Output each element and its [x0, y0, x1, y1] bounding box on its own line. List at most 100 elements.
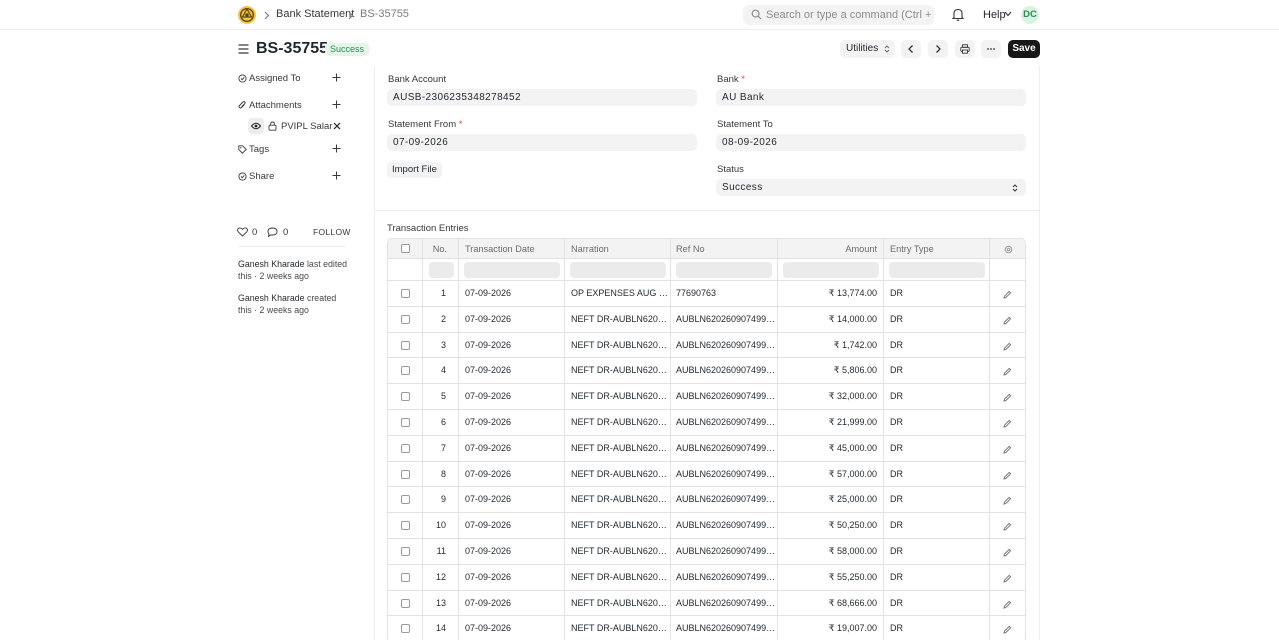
filter-input-narration[interactable]: [570, 262, 666, 278]
ref-no[interactable]: AUBLN620260907499000: [671, 384, 778, 409]
ref-no[interactable]: AUBLN620260907499000: [671, 538, 778, 564]
filter-input-no[interactable]: [429, 262, 454, 278]
statement-from-field[interactable]: 07-09-2026: [387, 134, 697, 151]
edit-icon[interactable]: [1003, 393, 1012, 402]
narration[interactable]: NEFT DR-AUBLN62026090: [565, 306, 671, 332]
edit-icon[interactable]: [1003, 548, 1012, 557]
close-icon[interactable]: [333, 122, 341, 130]
statement-to-field[interactable]: 08-09-2026: [716, 134, 1026, 151]
print-button[interactable]: [955, 40, 975, 58]
table-row[interactable]: 807-09-2026NEFT DR-AUBLN62026090AUBLN620…: [388, 461, 1025, 488]
follow-button[interactable]: FOLLOW: [313, 227, 351, 237]
row-checkbox[interactable]: [401, 546, 410, 556]
row-checkbox[interactable]: [401, 572, 410, 582]
transaction-date[interactable]: 07-09-2026: [459, 358, 565, 384]
search-bar[interactable]: [743, 5, 934, 25]
table-row[interactable]: 707-09-2026NEFT DR-AUBLN62026090AUBLN620…: [388, 435, 1025, 462]
amount[interactable]: ₹ 5,806.00: [778, 358, 884, 384]
edit-icon[interactable]: [1003, 600, 1012, 609]
comment-icon[interactable]: [267, 227, 278, 237]
transaction-date[interactable]: 07-09-2026: [459, 306, 565, 332]
table-row[interactable]: 1007-09-2026NEFT DR-AUBLN62026090AUBLN62…: [388, 513, 1025, 539]
filter-input-ref[interactable]: [676, 262, 772, 278]
row-checkbox[interactable]: [401, 340, 410, 350]
narration[interactable]: NEFT DR-AUBLN62026090: [565, 616, 671, 640]
row-checkbox[interactable]: [401, 443, 410, 453]
amount[interactable]: ₹ 55,250.00: [778, 564, 884, 590]
table-row[interactable]: 207-09-2026NEFT DR-AUBLN62026090AUBLN620…: [388, 306, 1025, 333]
entry-type[interactable]: DR: [884, 564, 990, 590]
row-checkbox[interactable]: [401, 366, 410, 376]
utilities-button[interactable]: Utilities: [840, 40, 895, 58]
narration[interactable]: NEFT DR-AUBLN62026090: [565, 590, 671, 616]
row-checkbox[interactable]: [401, 417, 410, 427]
ref-no[interactable]: AUBLN620260907499000: [671, 564, 778, 590]
transaction-date[interactable]: 07-09-2026: [459, 487, 565, 513]
row-checkbox[interactable]: [401, 469, 410, 479]
table-row[interactable]: 1407-09-2026NEFT DR-AUBLN62026090AUBLN62…: [388, 616, 1025, 640]
bank-field[interactable]: AU Bank: [716, 89, 1026, 106]
avatar[interactable]: DC: [1021, 6, 1039, 24]
edit-icon[interactable]: [1003, 471, 1012, 480]
transaction-date[interactable]: 07-09-2026: [459, 513, 565, 538]
more-options-button[interactable]: [981, 40, 1001, 58]
bell-icon[interactable]: [952, 8, 964, 21]
entry-type[interactable]: DR: [884, 384, 990, 409]
table-row[interactable]: 407-09-2026NEFT DR-AUBLN62026090AUBLN620…: [388, 358, 1025, 385]
entry-type[interactable]: DR: [884, 461, 990, 487]
filter-input-entry-type[interactable]: [889, 262, 985, 278]
ref-no[interactable]: AUBLN620260907499000: [671, 435, 778, 461]
search-input[interactable]: [766, 5, 931, 25]
edit-icon[interactable]: [1003, 316, 1012, 325]
plus-icon[interactable]: [332, 73, 341, 82]
help-menu[interactable]: Help: [983, 9, 1006, 21]
table-row[interactable]: 607-09-2026NEFT DR-AUBLN62026090AUBLN620…: [388, 409, 1025, 436]
table-row[interactable]: 907-09-2026NEFT DR-AUBLN62026090AUBLN620…: [388, 487, 1025, 514]
amount[interactable]: ₹ 58,000.00: [778, 538, 884, 564]
entry-type[interactable]: DR: [884, 409, 990, 435]
entry-type[interactable]: DR: [884, 281, 990, 306]
narration[interactable]: NEFT DR-AUBLN62026090: [565, 435, 671, 461]
edit-icon[interactable]: [1003, 574, 1012, 583]
transaction-date[interactable]: 07-09-2026: [459, 538, 565, 564]
edit-icon[interactable]: [1003, 419, 1012, 428]
row-checkbox[interactable]: [401, 392, 410, 402]
activity-user[interactable]: Ganesh Kharade: [238, 293, 305, 303]
narration[interactable]: OP EXPENSES AUG 2025: [565, 281, 671, 306]
breadcrumb-bank-statement[interactable]: Bank Statement: [276, 8, 354, 20]
row-checkbox[interactable]: [401, 598, 410, 608]
row-checkbox[interactable]: [401, 624, 410, 634]
table-row[interactable]: 1 07-09-2026 OP EXPENSES AUG 2025 77690763 ₹…: [388, 281, 1025, 307]
ref-no[interactable]: AUBLN620260907499000: [671, 358, 778, 384]
ref-no[interactable]: AUBLN620260907499000: [671, 306, 778, 332]
transaction-date[interactable]: 07-09-2026: [459, 590, 565, 616]
gear-icon[interactable]: [1004, 245, 1013, 254]
row-checkbox[interactable]: [401, 314, 410, 324]
table-row[interactable]: 307-09-2026NEFT DR-AUBLN62026090AUBLN620…: [388, 332, 1025, 359]
edit-icon[interactable]: [1003, 522, 1012, 531]
narration[interactable]: NEFT DR-AUBLN62026090: [565, 332, 671, 358]
transaction-date[interactable]: 07-09-2026: [459, 564, 565, 590]
chevron-down-icon[interactable]: [1004, 11, 1012, 17]
entry-type[interactable]: DR: [884, 358, 990, 384]
transaction-date[interactable]: 07-09-2026: [459, 281, 565, 306]
row-checkbox[interactable]: [401, 289, 410, 298]
amount[interactable]: ₹ 25,000.00: [778, 487, 884, 513]
ref-no[interactable]: AUBLN620260907499000: [671, 461, 778, 487]
row-checkbox[interactable]: [401, 495, 410, 505]
table-row[interactable]: 1307-09-2026NEFT DR-AUBLN62026090AUBLN62…: [388, 590, 1025, 617]
amount[interactable]: ₹ 13,774.00: [778, 281, 884, 306]
transaction-date[interactable]: 07-09-2026: [459, 384, 565, 409]
transaction-date[interactable]: 07-09-2026: [459, 435, 565, 461]
filter-input-amount[interactable]: [783, 262, 879, 278]
filter-input-date[interactable]: [464, 262, 560, 278]
narration[interactable]: NEFT DR-AUBLN62026090: [565, 538, 671, 564]
plus-icon[interactable]: [332, 144, 341, 153]
entry-type[interactable]: DR: [884, 332, 990, 358]
ref-no[interactable]: AUBLN620260907499000: [671, 616, 778, 640]
status-select[interactable]: Success: [716, 179, 1026, 196]
app-logo-icon[interactable]: [237, 5, 257, 25]
ref-no[interactable]: AUBLN620260907499000: [671, 332, 778, 358]
edit-icon[interactable]: [1003, 496, 1012, 505]
transaction-date[interactable]: 07-09-2026: [459, 616, 565, 640]
